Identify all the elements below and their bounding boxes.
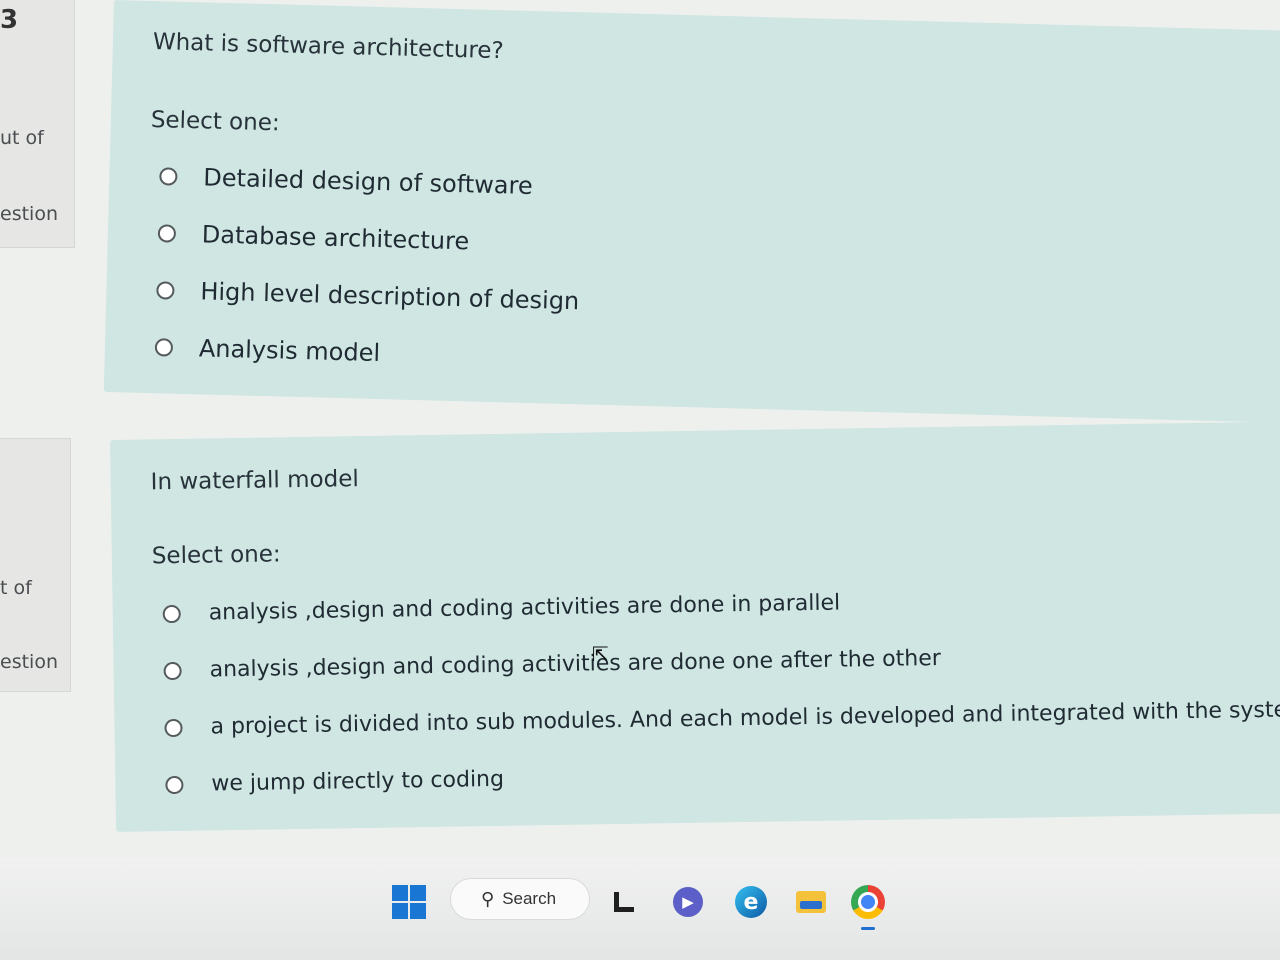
mouse-cursor-icon: ⇱ (592, 642, 609, 666)
answer-label[interactable]: we jump directly to coding (211, 767, 504, 797)
radio-button[interactable] (156, 280, 175, 300)
question-out-of-label: t of (0, 577, 32, 599)
task-view-icon[interactable] (610, 882, 638, 922)
answer-label[interactable]: analysis ,design and coding activities a… (209, 646, 941, 682)
quiz-page: 3 ut of estion t of estion What is softw… (0, 0, 1280, 960)
question-number: 3 (0, 5, 19, 35)
radio-button[interactable] (154, 337, 174, 357)
active-app-indicator (861, 927, 875, 930)
answer-label[interactable]: High level description of design (200, 277, 580, 315)
edge-icon[interactable]: e (732, 882, 770, 922)
search-label: Search (502, 889, 557, 908)
radio-button[interactable] (165, 775, 184, 794)
flag-question-label[interactable]: estion (0, 203, 58, 225)
answer-options: analysis ,design and coding activities a… (162, 567, 1280, 813)
meet-icon[interactable]: ▶ (670, 882, 706, 922)
answer-label[interactable]: analysis ,design and coding activities a… (209, 591, 841, 626)
windows-start-icon[interactable] (390, 882, 428, 922)
radio-button[interactable] (164, 718, 183, 737)
question-card-1: What is software architecture? Select on… (103, 0, 1280, 423)
radio-button[interactable] (157, 223, 177, 243)
question-card-2: In waterfall model Select one: analysis … (110, 421, 1280, 832)
answer-option[interactable]: Analysis model (154, 318, 578, 386)
chrome-icon[interactable] (848, 882, 888, 930)
search-icon: ⚲ (481, 888, 495, 910)
question-info-2: t of estion (0, 438, 71, 692)
radio-button[interactable] (159, 166, 178, 186)
question-info-1: 3 ut of estion (0, 0, 75, 248)
taskbar-search-button[interactable]: ⚲ Search (450, 878, 590, 920)
select-one-prompt: Select one: (150, 107, 280, 137)
question-text: What is software architecture? (152, 29, 505, 65)
taskbar: ⚲ Search ▶ e (0, 858, 1280, 960)
flag-question-label[interactable]: estion (0, 651, 58, 673)
select-one-prompt: Select one: (151, 541, 281, 570)
radio-button[interactable] (163, 661, 182, 680)
answer-label[interactable]: Analysis model (199, 334, 381, 367)
question-text: In waterfall model (150, 466, 359, 496)
file-explorer-icon[interactable] (792, 882, 830, 922)
radio-button[interactable] (162, 604, 181, 623)
question-out-of-label: ut of (0, 127, 44, 149)
answer-options: Detailed design of software Database arc… (154, 147, 583, 386)
answer-label[interactable]: Detailed design of software (203, 163, 533, 200)
answer-label[interactable]: Database architecture (202, 220, 470, 255)
answer-label[interactable]: a project is divided into sub modules. A… (210, 697, 1280, 739)
